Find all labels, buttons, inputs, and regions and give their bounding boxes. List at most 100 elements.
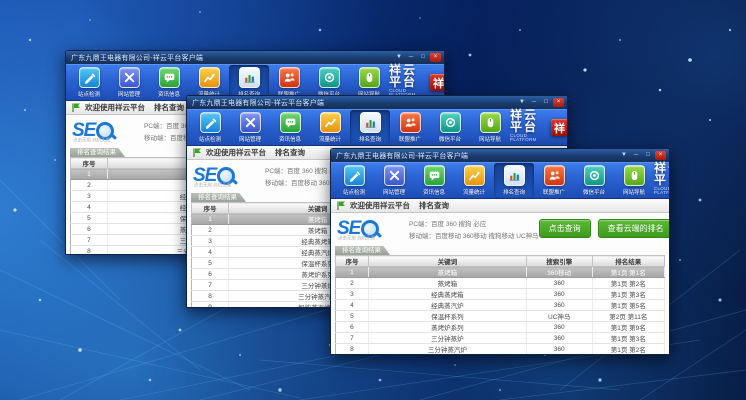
minimize-button[interactable]: ─ [631,151,641,160]
table-cell: 360 [526,333,592,344]
toolbar-item-wechat[interactable]: 微信平台 [574,163,614,198]
minimize-button[interactable]: ─ [406,53,416,62]
close-button[interactable]: × [430,53,441,62]
message-icon [280,112,301,133]
table-cell: 8 [192,291,229,302]
table-cell: 5 [71,213,108,224]
skin-button[interactable]: ▼ [394,53,404,62]
tab-ranking-results[interactable]: 排名查询结果 [335,246,390,256]
current-page-label: 排名查询 [419,200,449,211]
toolbar-item-label: 站点检测 [78,89,100,97]
toolbar-item-label: 联盟推广 [399,134,421,142]
table-cell: 4 [71,202,108,213]
seo-tagline: 点击无限 商机无限 [338,234,375,241]
table-cell: 三分钟蒸汽炉 [368,344,526,355]
bar-chart-icon [239,67,260,88]
maximize-button[interactable]: □ [541,98,551,107]
toolbar-item-ranking[interactable]: 排名查询 [350,110,390,145]
maximize-button[interactable]: □ [643,151,653,160]
table-cell: 1 [192,214,229,225]
brand-logo: 祥云平台 CLOUD PLATFORM 祥 [510,109,568,146]
action-buttons: 点击查询 查看云端的排名 [539,219,669,238]
table-row[interactable]: 5保温杯系列UC神马第2页 第11名 [336,311,665,322]
toolbar-item-label: 微信平台 [583,187,605,195]
site-manage-icon [384,165,405,186]
window-titlebar[interactable]: 广东九鼎王电器有限公司-祥云平台客户端 ▼ ─ □ × [331,149,669,162]
line-chart-icon [320,112,341,133]
toolbar-item-site-manage[interactable]: 网站管理 [230,110,270,145]
ranking-table: 序号 关键词 搜索引擎 排名结果 1蒸烤箱360移动第1页 第1名2蒸烤箱360… [335,255,665,354]
toolbar-item-ranking[interactable]: 排名查询 [494,163,534,198]
bar-chart-icon [504,165,525,186]
toolbar-item-nav[interactable]: 网站导航 [614,163,654,198]
lens-icon [319,67,340,88]
view-cloud-ranking-button[interactable]: 查看云端的排名 [598,219,669,238]
seo-logo: SE 点击无限 商机无限 [335,219,403,238]
toolbar-item-info[interactable]: 资讯信息 [149,65,189,100]
toolbar-item-label: 排名查询 [359,134,381,142]
column-header-engine: 搜索引擎 [526,256,592,267]
toolbar-item-site-check[interactable]: 站点检测 [190,110,230,145]
tab-ranking-results[interactable]: 排名查询结果 [70,148,125,158]
table-row[interactable]: 8三分钟蒸汽炉360第1页 第2名 [336,344,665,355]
seo-header-row: SE 点击无限 商机无限 PC端：百度 360 搜狗 必应 移动端：百度移动 3… [335,216,665,241]
toolbar-item-label: 排名查询 [503,187,525,195]
tab-ranking-results[interactable]: 排名查询结果 [191,193,246,203]
toolbar-item-info[interactable]: 资讯信息 [270,110,310,145]
table-cell: 360 [526,289,592,300]
table-row[interactable]: 3经典蒸烤箱360第1页 第3名 [336,289,665,300]
table-row[interactable]: 1蒸烤箱360移动第1页 第1名 [336,267,665,278]
column-header-index: 序号 [336,256,369,267]
mobile-engines-line: 移动端：百度移动 360移动 搜狗移动 UC神马 [409,230,539,240]
toolbar-item-nav[interactable]: 网站导航 [470,110,510,145]
bar-chart-icon [360,112,381,133]
toolbar-item-site-check[interactable]: 站点检测 [334,163,374,198]
toolbar-items: 站点检测网站管理资讯信息 流量统计排名查询 联盟推广微信平台 网站导航 [331,163,654,198]
seo-tagline: 点击无限 商机无限 [73,136,110,143]
table-cell: 8 [336,344,369,355]
close-button[interactable]: × [655,151,666,160]
brand-logo: 祥云平台 CLOUD PLATFORM 祥 [654,162,670,199]
table-cell: 6 [192,269,229,280]
app-window: 广东九鼎王电器有限公司-祥云平台客户端 ▼ ─ □ × 站点检测网站管理资讯信息… [330,148,670,355]
toolbar-item-site-manage[interactable]: 网站管理 [374,163,414,198]
query-button[interactable]: 点击查询 [539,219,591,238]
table-row[interactable]: 6蒸烤炉系列360第1页 第9名 [336,322,665,333]
skin-button[interactable]: ▼ [517,98,527,107]
toolbar-item-label: 资讯信息 [423,187,445,195]
table-cell: 4 [336,300,369,311]
window-titlebar[interactable]: 广东九鼎王电器有限公司-祥云平台客户端 ▼ ─ □ × [66,51,444,64]
flag-icon [337,201,345,210]
skin-button[interactable]: ▼ [619,151,629,160]
brand-subtitle: CLOUD PLATFORM [654,187,670,196]
table-row[interactable]: 7三分钟蒸炉360第1页 第3名 [336,333,665,344]
message-icon [424,165,445,186]
toolbar-item-site-manage[interactable]: 网站管理 [109,65,149,100]
table-cell: 360 [526,300,592,311]
table-row[interactable]: 2蒸烤箱360第1页 第2名 [336,278,665,289]
toolbar-item-label: 流量统计 [319,134,341,142]
minimize-button[interactable]: ─ [529,98,539,107]
main-toolbar: 站点检测网站管理资讯信息流量统计 排名查询 联盟推广 微信平台网站导航 祥云平台 CL… [187,109,567,146]
toolbar-item-wechat[interactable]: 微信平台 [430,110,470,145]
window-title: 广东九鼎王电器有限公司-祥云平台客户端 [71,53,394,63]
table-cell: 经典蒸汽炉 [368,300,526,311]
window-title: 广东九鼎王电器有限公司-祥云平台客户端 [336,151,619,161]
table-cell: 7 [71,235,108,246]
engine-info: PC端：百度 360 搜狗 必应 移动端：百度移动 360移动 搜狗移动 UC神… [409,218,539,240]
table-cell: 蒸烤炉系列 [368,322,526,333]
site-manage-icon [240,112,261,133]
mouse-icon [359,67,380,88]
toolbar-item-site-check[interactable]: 站点检测 [69,65,109,100]
toolbar-item-info[interactable]: 资讯信息 [414,163,454,198]
toolbar-item-traffic[interactable]: 流量统计 [310,110,350,145]
toolbar-item-promo[interactable]: 联盟推广 [390,110,430,145]
toolbar-item-label: 网站导航 [623,187,645,195]
toolbar-item-traffic[interactable]: 流量统计 [454,163,494,198]
table-cell: 第1页 第5名 [592,300,664,311]
maximize-button[interactable]: □ [418,53,428,62]
table-cell: 经典蒸烤箱 [368,289,526,300]
toolbar-item-promo[interactable]: 联盟推广 [534,163,574,198]
table-row[interactable]: 4经典蒸汽炉360第1页 第5名 [336,300,665,311]
close-button[interactable]: × [553,98,564,107]
